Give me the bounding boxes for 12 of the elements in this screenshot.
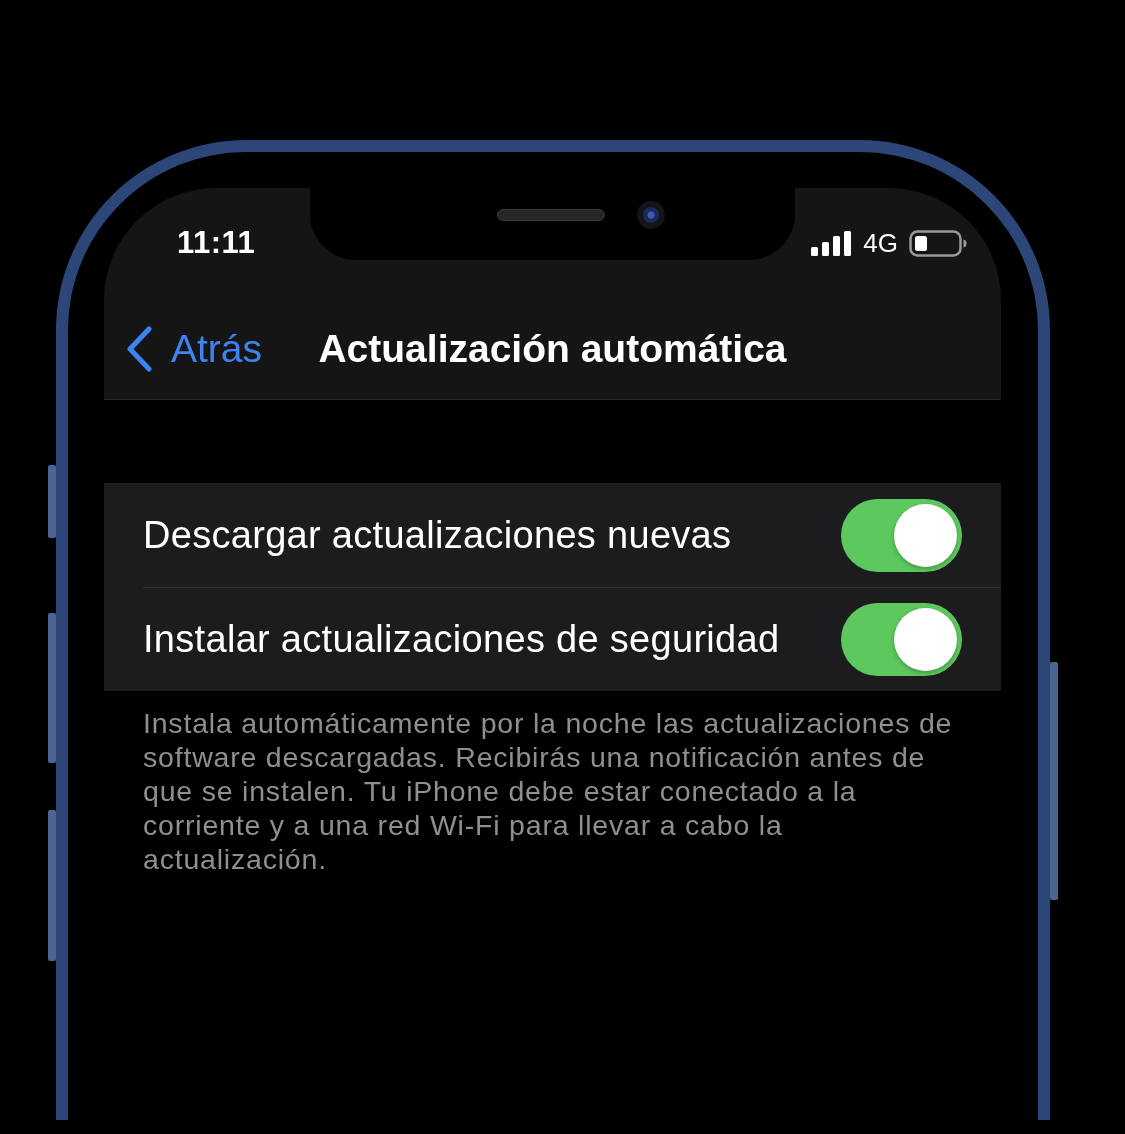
back-button[interactable]: Atrás [125, 325, 263, 372]
battery-icon [909, 229, 967, 257]
signal-bars-icon [811, 230, 853, 256]
speaker-grille-icon [497, 209, 605, 221]
status-time: 11:11 [177, 225, 256, 261]
chevron-left-icon [125, 325, 153, 372]
footer-note: Instala automáticamente por la noche las actualizaciones de software descargadas. Recibirás una notificación antes de que se instalen. Tu iPhone debe estar conectado a la corriente y a una red Wi-Fi para llevar a cabo la actualización. [143, 706, 954, 876]
setting-label: Instalar actualizaciones de seguridad [143, 618, 780, 661]
nav-title: Actualización automática [318, 326, 787, 371]
camera-lens-icon [636, 200, 666, 230]
network-label: 4G [863, 227, 898, 259]
setting-label: Descargar actualizaciones nuevas [143, 513, 732, 557]
